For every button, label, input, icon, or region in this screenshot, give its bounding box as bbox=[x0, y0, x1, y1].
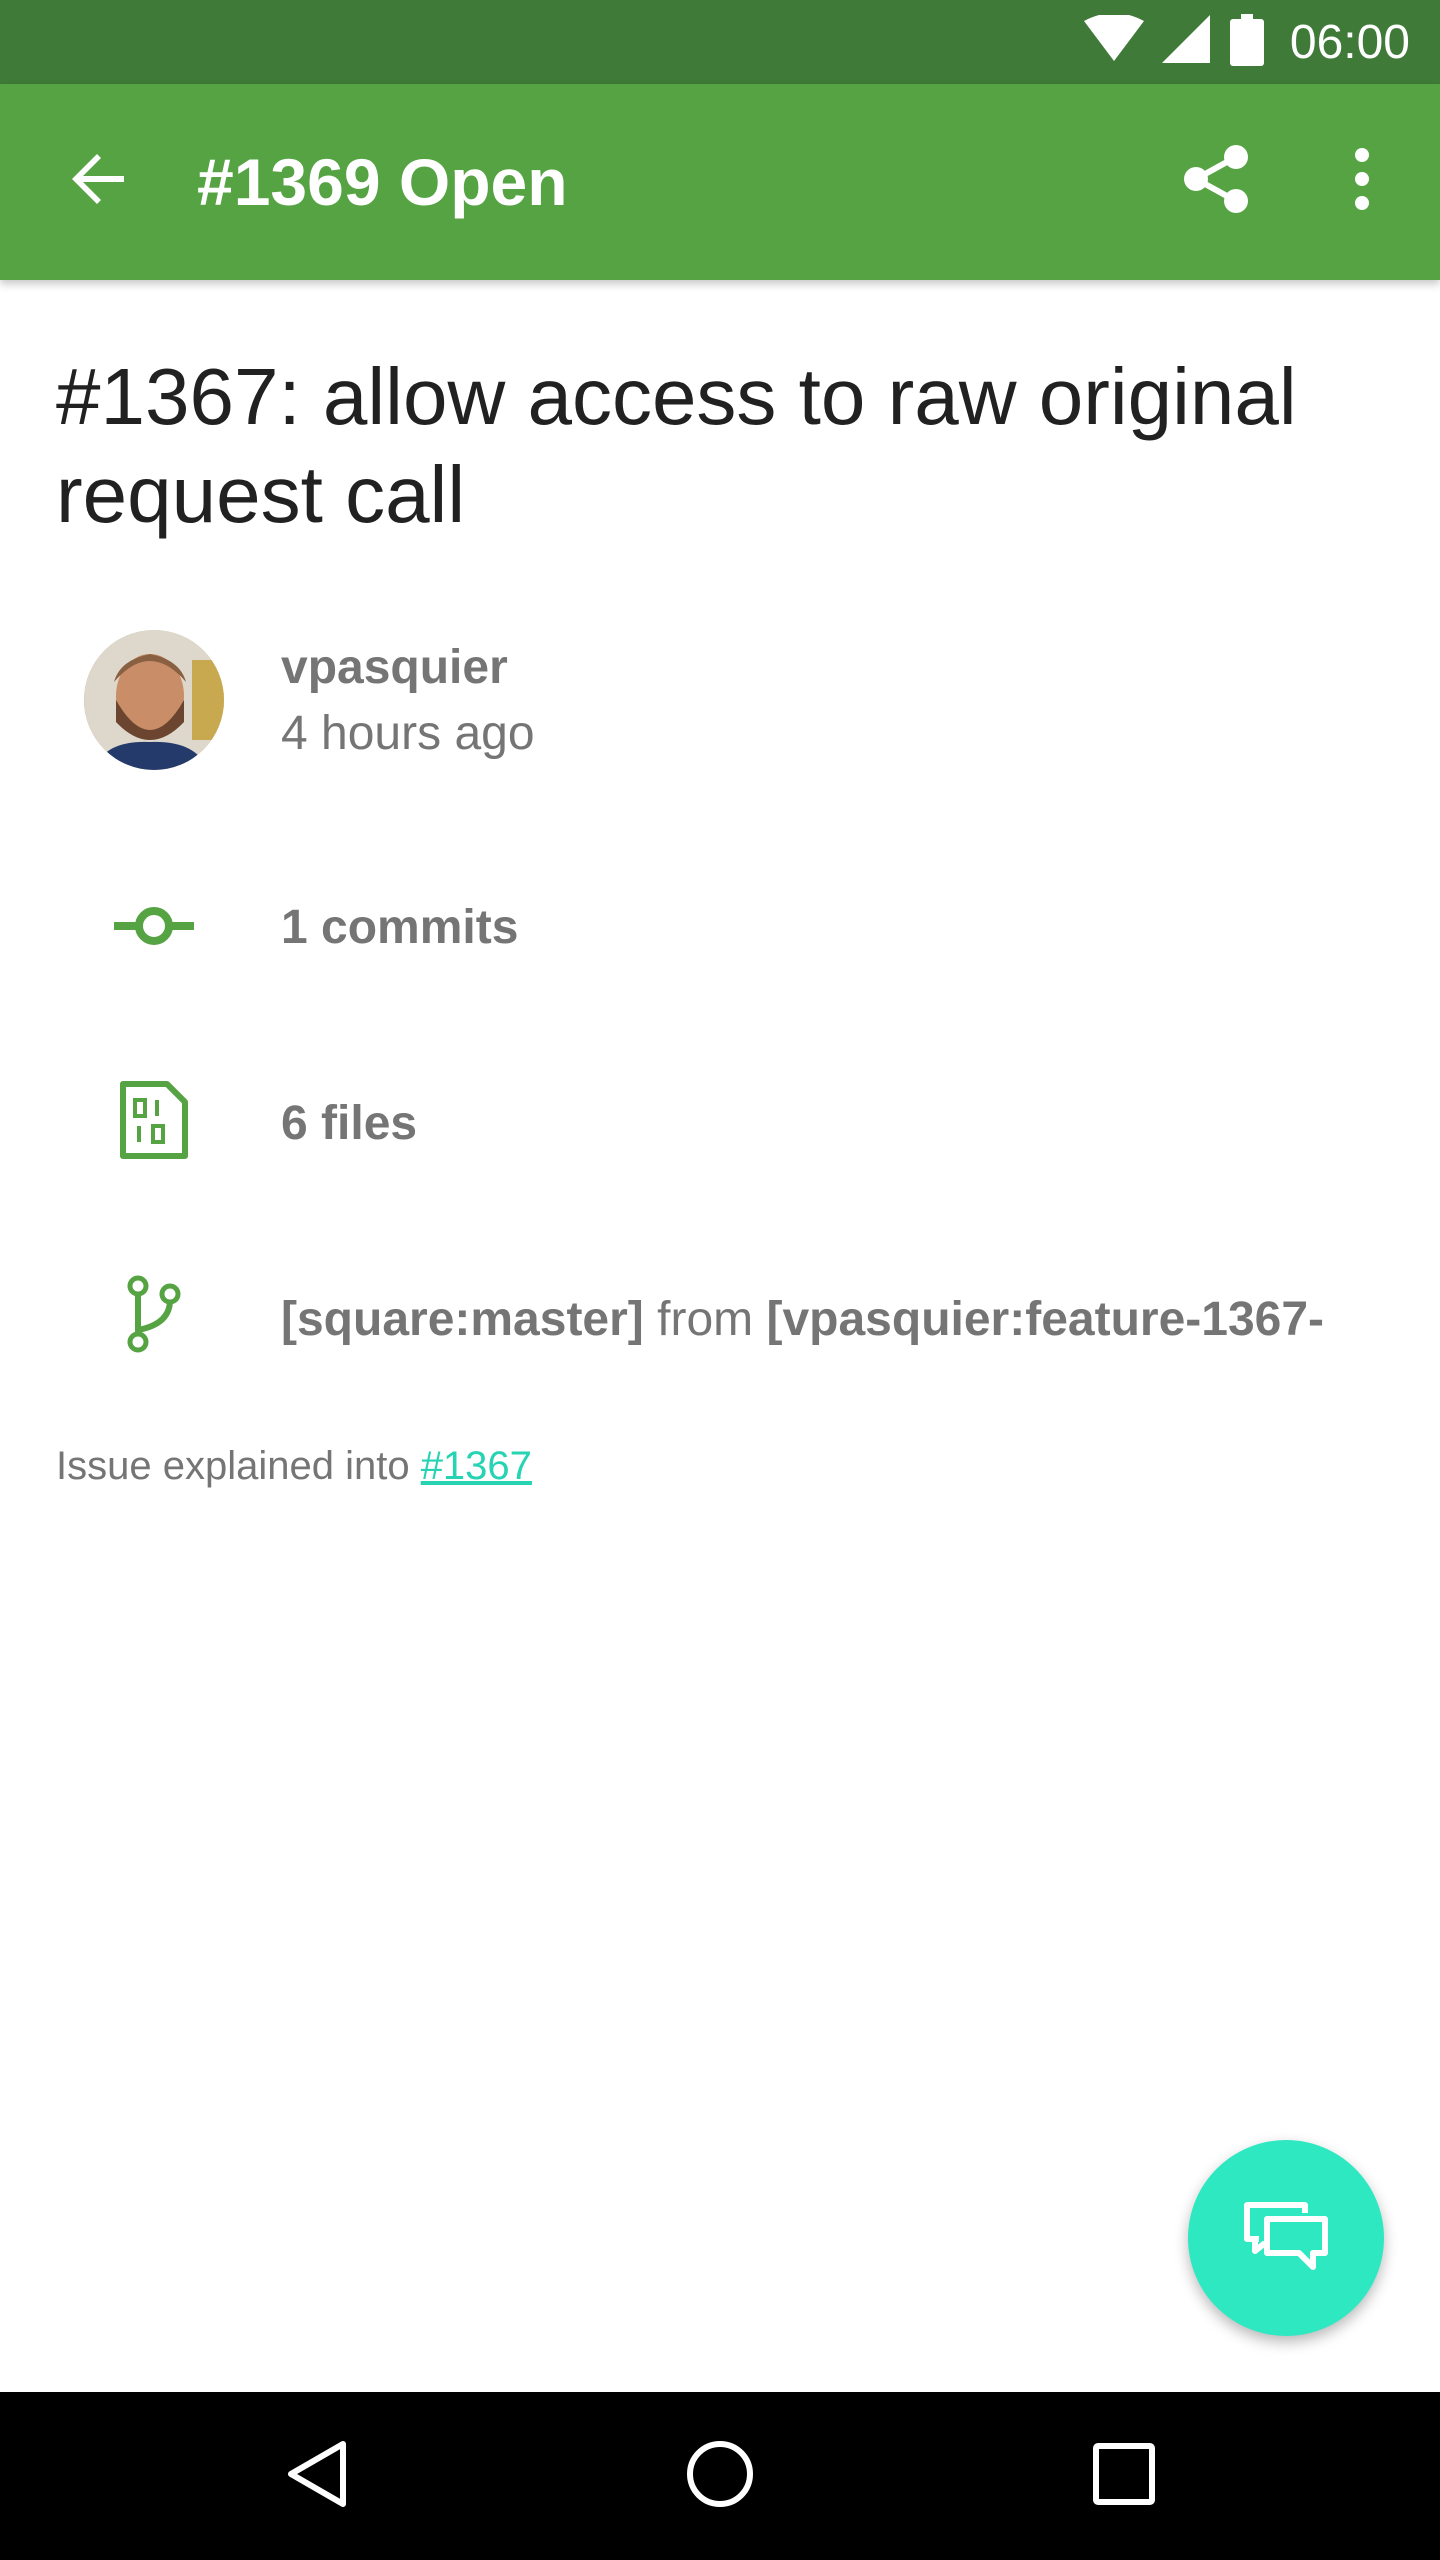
author-avatar-wrap[interactable] bbox=[84, 630, 224, 770]
author-name[interactable]: vpasquier bbox=[281, 640, 508, 695]
branch-from-label: from bbox=[657, 1293, 754, 1346]
recents-square-icon bbox=[1092, 2442, 1156, 2511]
commit-icon bbox=[114, 904, 194, 953]
issue-description: Issue explained into #1367 bbox=[56, 1444, 532, 1489]
comments-icon bbox=[1241, 2199, 1331, 2278]
wifi-icon bbox=[1083, 12, 1144, 70]
battery-icon bbox=[1229, 13, 1264, 71]
signal-icon bbox=[1161, 14, 1212, 70]
branch-source: [vpasquier:feature-1367- bbox=[766, 1293, 1325, 1346]
share-button[interactable] bbox=[1168, 133, 1264, 229]
status-time: 06:00 bbox=[1289, 15, 1410, 69]
author-time: 4 hours ago bbox=[281, 707, 535, 760]
avatar[interactable] bbox=[84, 630, 224, 770]
issue-link[interactable]: #1367 bbox=[421, 1444, 532, 1488]
files-count[interactable]: 6 files bbox=[281, 1096, 417, 1151]
app-bar: #1369 Open bbox=[0, 84, 1440, 280]
file-binary-icon bbox=[119, 1080, 189, 1165]
system-nav-bar bbox=[0, 2392, 1440, 2560]
page-title: #1369 Open bbox=[197, 145, 568, 219]
nav-recents-button[interactable] bbox=[1064, 2416, 1184, 2536]
commits-count[interactable]: 1 commits bbox=[281, 900, 518, 955]
share-icon bbox=[1182, 143, 1250, 220]
arrow-back-icon bbox=[68, 147, 132, 216]
description-text: Issue explained into bbox=[56, 1444, 421, 1488]
more-options-button[interactable] bbox=[1314, 133, 1410, 229]
more-vert-icon bbox=[1352, 147, 1372, 216]
branch-icon-wrap bbox=[84, 1274, 224, 1359]
status-icons: 06:00 bbox=[1083, 0, 1410, 84]
nav-back-button[interactable] bbox=[257, 2416, 377, 2536]
branch-info: [square:master] from [vpasquier:feature-… bbox=[281, 1292, 1401, 1347]
files-icon-wrap bbox=[84, 1080, 224, 1164]
git-branch-icon bbox=[124, 1274, 184, 1359]
branch-target: [square:master] bbox=[281, 1293, 644, 1346]
status-bar: 06:00 bbox=[0, 0, 1440, 84]
back-triangle-icon bbox=[285, 2440, 349, 2513]
comment-fab-button[interactable] bbox=[1188, 2140, 1384, 2336]
issue-title: #1367: allow access to raw original requ… bbox=[56, 352, 1297, 539]
nav-home-button[interactable] bbox=[660, 2416, 780, 2536]
home-circle-icon bbox=[684, 2438, 756, 2515]
back-button[interactable] bbox=[52, 133, 148, 229]
commit-icon-wrap bbox=[84, 892, 224, 964]
